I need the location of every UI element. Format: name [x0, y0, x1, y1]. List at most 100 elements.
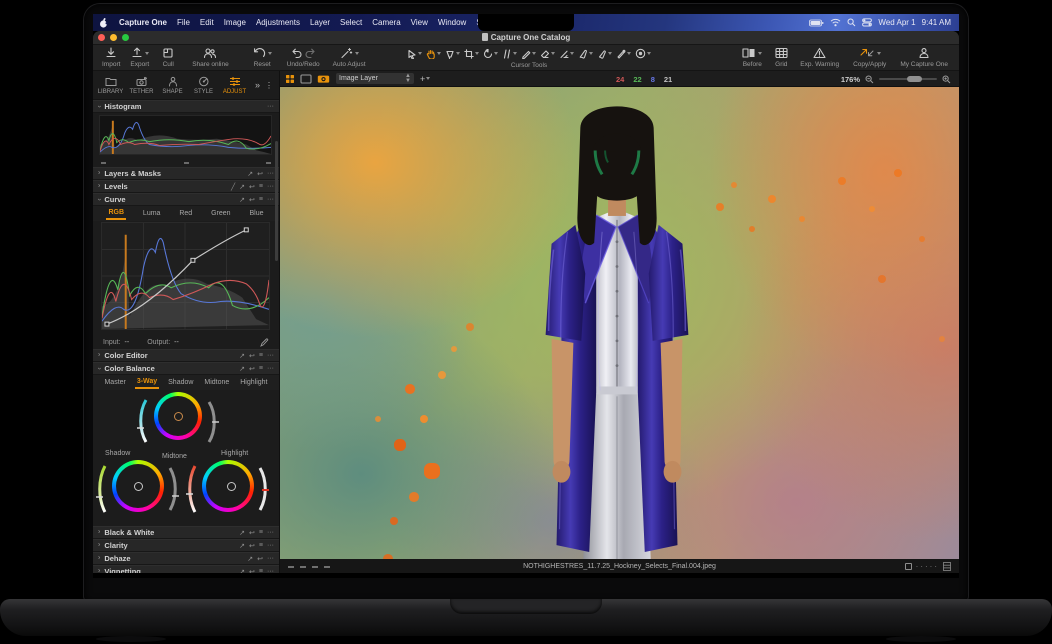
- share-online-button[interactable]: Share online: [192, 47, 229, 68]
- panel-menu-icon[interactable]: ≡: [259, 529, 263, 536]
- reset-panel-icon[interactable]: ↩: [249, 352, 255, 360]
- rotate-tool[interactable]: [482, 49, 499, 59]
- panel-menu-icon[interactable]: ≡: [259, 542, 263, 549]
- auto-adjust-button[interactable]: Auto Adjust: [333, 47, 366, 68]
- reset-panel-icon[interactable]: ↩: [249, 365, 255, 373]
- panel-more-icon[interactable]: ···: [267, 568, 274, 573]
- single-view-icon[interactable]: [300, 74, 312, 84]
- reset-panel-icon[interactable]: ↩: [249, 542, 255, 550]
- copy-adjustments-icon[interactable]: ↗: [239, 365, 245, 373]
- highlight-luma-slider[interactable]: [257, 466, 270, 512]
- curve-canvas[interactable]: [101, 222, 270, 330]
- panel-more-icon[interactable]: ···: [267, 196, 274, 203]
- tab-library[interactable]: LIBRARY: [95, 76, 126, 95]
- panel-header-vignetting[interactable]: › Vignetting ↗↩≡···: [93, 565, 279, 573]
- add-layer-button[interactable]: +: [420, 74, 425, 84]
- pan-tool[interactable]: [425, 49, 442, 59]
- panel-header-histogram[interactable]: › Histogram ···: [93, 100, 279, 113]
- panel-menu-icon[interactable]: ≡: [259, 365, 263, 372]
- panel-more-icon[interactable]: ···: [267, 170, 274, 177]
- shadow-saturation-slider[interactable]: [95, 464, 108, 514]
- clone-tool[interactable]: [596, 49, 613, 59]
- tab-tether[interactable]: TETHER: [126, 76, 157, 95]
- expand-tabs-icon[interactable]: »: [255, 80, 260, 90]
- annotate-tool[interactable]: [615, 49, 632, 59]
- picker-icon[interactable]: ╱: [231, 183, 235, 191]
- menu-file[interactable]: File: [172, 18, 195, 27]
- panel-menu-icon[interactable]: ≡: [259, 568, 263, 573]
- apple-menu-icon[interactable]: [93, 17, 114, 29]
- heal-tool[interactable]: [577, 49, 594, 59]
- grid-toggle[interactable]: Grid: [772, 47, 790, 68]
- crop-tool[interactable]: [463, 49, 480, 59]
- panel-more-icon[interactable]: ···: [267, 542, 274, 549]
- zoom-level[interactable]: 176%: [841, 75, 860, 84]
- menubar-time[interactable]: 9:41 AM: [922, 18, 951, 27]
- reset-panel-icon[interactable]: ↩: [257, 555, 263, 563]
- curve-tab-blue[interactable]: Blue: [247, 208, 265, 219]
- tab-options-icon[interactable]: ⋮: [265, 81, 273, 90]
- reset-panel-icon[interactable]: ↩: [249, 183, 255, 191]
- menu-select[interactable]: Select: [335, 18, 367, 27]
- reset-panel-icon[interactable]: ↩: [249, 196, 255, 204]
- midtone-saturation-slider[interactable]: [135, 398, 149, 444]
- highlight-saturation-slider[interactable]: [185, 464, 198, 514]
- copy-adjustments-icon[interactable]: ↗: [247, 555, 253, 563]
- panel-header-clarity[interactable]: › Clarity ↗↩≡···: [93, 539, 279, 552]
- reset-panel-icon[interactable]: ↩: [249, 568, 255, 574]
- straighten-tool[interactable]: [501, 49, 518, 59]
- cull-button[interactable]: Cull: [159, 47, 177, 68]
- menu-edit[interactable]: Edit: [195, 18, 219, 27]
- color-picker-tool[interactable]: [634, 48, 652, 59]
- panel-menu-icon[interactable]: ≡: [259, 352, 263, 359]
- copy-adjustments-icon[interactable]: ↗: [239, 568, 245, 574]
- copy-adjustments-icon[interactable]: ↗: [239, 183, 245, 191]
- copy-adjustments-icon[interactable]: ↗: [239, 196, 245, 204]
- rating-dots[interactable]: ·····: [916, 562, 939, 571]
- zoom-out-icon[interactable]: [865, 75, 874, 84]
- panel-header-dehaze[interactable]: › Dehaze ↗↩···: [93, 552, 279, 565]
- layer-select[interactable]: Image Layer ▲▼: [336, 73, 414, 84]
- import-button[interactable]: Import: [102, 47, 120, 68]
- select-tool[interactable]: [406, 49, 423, 59]
- window-titlebar[interactable]: Capture One Catalog: [93, 31, 959, 45]
- panel-menu-icon[interactable]: ≡: [259, 196, 263, 203]
- before-toggle[interactable]: Before: [742, 47, 762, 68]
- menu-adjustments[interactable]: Adjustments: [251, 18, 305, 27]
- chevron-down-icon[interactable]: [426, 77, 430, 80]
- panel-more-icon[interactable]: ···: [267, 183, 274, 190]
- menu-view[interactable]: View: [406, 18, 433, 27]
- panel-more-icon[interactable]: ···: [267, 365, 274, 372]
- curve-tab-red[interactable]: Red: [177, 208, 194, 219]
- control-center-icon[interactable]: [862, 18, 872, 27]
- panel-header-curve[interactable]: › Curve ↗↩≡···: [93, 193, 279, 206]
- battery-icon[interactable]: [809, 19, 824, 27]
- curve-tab-green[interactable]: Green: [209, 208, 232, 219]
- shadow-wheel-indicator[interactable]: [134, 482, 143, 491]
- cb-tab-3way[interactable]: 3-Way: [135, 376, 159, 389]
- my-capture-one-button[interactable]: My Capture One: [900, 47, 948, 68]
- copy-adjustments-icon[interactable]: ↗: [239, 352, 245, 360]
- menubar-date[interactable]: Wed Apr 1: [878, 18, 915, 27]
- panel-header-color-balance[interactable]: › Color Balance ↗↩≡···: [93, 362, 279, 375]
- sidebar-scrollbar[interactable]: [275, 141, 278, 261]
- menu-camera[interactable]: Camera: [367, 18, 405, 27]
- menu-layer[interactable]: Layer: [305, 18, 335, 27]
- reset-button[interactable]: Reset: [253, 47, 272, 68]
- panel-menu-icon[interactable]: ≡: [259, 183, 263, 190]
- reset-panel-icon[interactable]: ↩: [257, 170, 263, 178]
- export-button[interactable]: Export: [130, 47, 149, 68]
- panel-header-color-editor[interactable]: › Color Editor ↗↩≡···: [93, 349, 279, 362]
- panel-header-levels[interactable]: › Levels ╱↗↩≡···: [93, 180, 279, 193]
- cb-tab-highlight[interactable]: Highlight: [238, 377, 269, 388]
- panel-more-icon[interactable]: ···: [267, 555, 274, 562]
- undo-redo-button[interactable]: Undo/Redo: [287, 47, 320, 68]
- menu-capture-one[interactable]: Capture One: [114, 18, 172, 27]
- proof-view-icon[interactable]: [317, 74, 330, 84]
- curve-tab-rgb[interactable]: RGB: [106, 207, 126, 220]
- zoom-slider-knob[interactable]: [907, 76, 922, 82]
- shadow-luma-slider[interactable]: [167, 466, 180, 512]
- select-checkbox[interactable]: [905, 563, 912, 570]
- reset-panel-icon[interactable]: ↩: [249, 529, 255, 537]
- curve-tab-luma[interactable]: Luma: [141, 208, 163, 219]
